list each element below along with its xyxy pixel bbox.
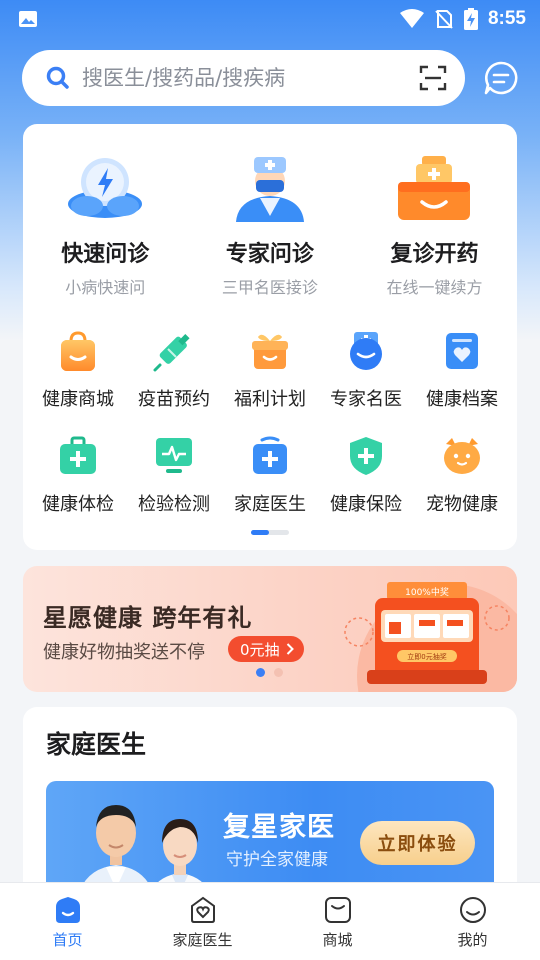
tab-home[interactable]: 首页 (0, 883, 135, 960)
grid-label: 家庭医生 (234, 494, 306, 515)
banner-dot-active (256, 668, 265, 677)
service-expert-consult[interactable]: 专家问诊 三甲名医接诊 (188, 154, 353, 298)
service-subtitle: 在线一键续方 (386, 278, 483, 297)
message-icon[interactable] (482, 59, 520, 97)
status-bar: 8:55 (0, 0, 540, 38)
grid-item-vaccine[interactable]: 疫苗预约 (126, 329, 222, 411)
family-doctor-icon (253, 436, 287, 474)
monitor-icon (156, 438, 192, 473)
medicine-box-icon (398, 156, 471, 220)
service-subtitle: 小病快速问 (65, 278, 146, 297)
search-row (22, 50, 522, 106)
try-now-button[interactable]: 立即体验 (360, 821, 475, 865)
grid-label: 疫苗预约 (138, 389, 210, 410)
doctor-icon (235, 157, 304, 222)
service-title: 快速问诊 (61, 242, 150, 267)
family-doctor-section: 家庭医生 复星家医 守护全家健康 立即体验 (23, 707, 517, 907)
no-sim-icon (435, 10, 453, 29)
wifi-icon (399, 9, 424, 28)
promo-title: 星愿健康 跨年有礼 (43, 604, 253, 632)
grid-label: 健康商城 (42, 389, 114, 410)
grid-label: 健康保险 (330, 494, 402, 515)
health-file-icon (446, 333, 478, 369)
pet-icon (444, 438, 480, 474)
promo-banner[interactable]: 星愿健康 跨年有礼 健康好物抽奖送不停 0元抽 100%中奖 立即0元抽奖 (23, 566, 517, 692)
grid-label: 检验检测 (138, 494, 210, 515)
grid-label: 福利计划 (234, 389, 306, 410)
family-banner-subtitle: 守护全家健康 (226, 850, 328, 870)
bottom-tab-bar: 首页 家庭医生 商城 我的 (0, 882, 540, 960)
banner-dot (274, 668, 283, 677)
gallery-icon (19, 11, 37, 27)
service-subtitle: 三甲名医接诊 (221, 278, 318, 297)
heart-house-icon (190, 896, 215, 923)
tab-label: 家庭医生 (172, 931, 233, 949)
grid-item-insurance[interactable]: 健康保险 (318, 434, 414, 516)
promo-subtitle: 健康好物抽奖送不停 (43, 642, 205, 663)
lightning-cloud-icon (68, 158, 143, 218)
syringe-icon (153, 334, 190, 372)
scan-icon[interactable] (419, 64, 447, 92)
banner-page-indicator (256, 668, 283, 677)
grid-item-lab-test[interactable]: 检验检测 (126, 434, 222, 516)
service-grid-row-1: 健康商城 疫苗预约 福利计划 专家名医 健康档案 (23, 329, 517, 411)
promo-draw-button[interactable]: 0元抽 (228, 636, 304, 662)
service-grid-row-2: 健康体检 检验检测 家庭医生 健康保险 宠物健康 (23, 434, 517, 516)
lottery-button-label: 立即0元抽奖 (407, 652, 446, 661)
grid-label: 专家名医 (330, 389, 402, 410)
grid-item-welfare[interactable]: 福利计划 (222, 329, 318, 411)
service-refill-prescription[interactable]: 复诊开药 在线一键续方 (352, 154, 517, 298)
mall-icon (324, 897, 351, 923)
grid-label: 健康体检 (42, 494, 114, 515)
search-icon (46, 66, 69, 89)
grid-item-famous-doctor[interactable]: 专家名医 (318, 329, 414, 411)
doctor-cap-icon (350, 332, 382, 370)
chevron-right-icon (286, 643, 294, 655)
shield-icon (350, 437, 382, 475)
tab-label: 商城 (322, 931, 353, 949)
service-title: 复诊开药 (390, 242, 479, 267)
tab-label: 我的 (457, 931, 488, 949)
status-time: 8:55 (487, 8, 526, 29)
grid-label: 健康档案 (426, 389, 498, 410)
service-quick-consult[interactable]: 快速问诊 小病快速问 (23, 154, 188, 298)
grid-item-checkup[interactable]: 健康体检 (30, 434, 126, 516)
home-icon (55, 897, 80, 923)
medical-kit-icon (60, 436, 96, 474)
search-input[interactable] (82, 66, 419, 90)
lottery-machine-illustration: 100%中奖 立即0元抽奖 (344, 582, 517, 692)
battery-charging-icon (463, 8, 478, 30)
section-title: 家庭医生 (46, 730, 147, 759)
promo-draw-label: 0元抽 (240, 640, 280, 659)
grid-page-indicator-active (251, 530, 269, 535)
smile-icon (459, 897, 486, 923)
grid-item-health-mall[interactable]: 健康商城 (30, 329, 126, 411)
gift-icon (252, 334, 288, 369)
service-title: 专家问诊 (225, 242, 314, 267)
main-service-row: 快速问诊 小病快速问 专家问诊 三甲名医接诊 复诊开药 在线一键续方 (23, 154, 517, 298)
tab-mine[interactable]: 我的 (405, 883, 540, 960)
grid-page-indicator (251, 530, 289, 535)
search-box[interactable] (22, 50, 465, 106)
family-banner-title: 复星家医 (223, 812, 335, 843)
grid-label: 宠物健康 (426, 494, 498, 515)
shopping-bag-icon (61, 331, 95, 371)
tab-mall[interactable]: 商城 (270, 883, 405, 960)
lottery-top-label: 100%中奖 (405, 586, 449, 598)
tab-family-doctor[interactable]: 家庭医生 (135, 883, 270, 960)
service-card: 快速问诊 小病快速问 专家问诊 三甲名医接诊 复诊开药 在线一键续方 健康商城 … (23, 124, 517, 550)
grid-item-family-doctor[interactable]: 家庭医生 (222, 434, 318, 516)
grid-item-health-record[interactable]: 健康档案 (414, 329, 510, 411)
grid-item-pet-health[interactable]: 宠物健康 (414, 434, 510, 516)
tab-label: 首页 (52, 931, 83, 949)
